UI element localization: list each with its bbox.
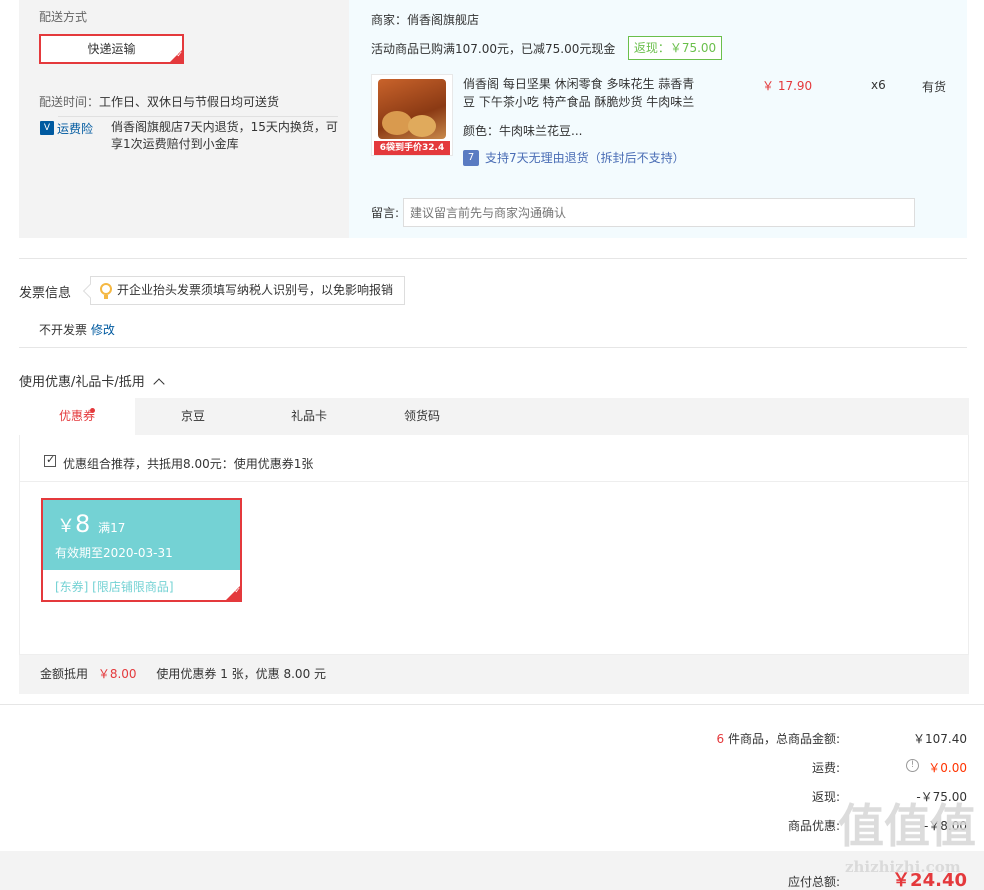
info-icon[interactable]: ! xyxy=(906,759,919,772)
coupon-tags: [东券] [限店铺限商品] xyxy=(55,580,174,594)
shipping-insurance-link[interactable]: 运费险 xyxy=(57,120,93,137)
invoice-edit-link[interactable]: 修改 xyxy=(91,323,115,337)
product-price: ￥ 17.90 xyxy=(762,79,813,93)
divider xyxy=(19,347,967,348)
shipping-fee-value: ￥0.00 xyxy=(928,761,967,775)
insurance-desc-line2: 享1次运费赔付到小金库 xyxy=(111,137,239,151)
items-total-label: 6 件商品，总商品金额: xyxy=(717,730,841,747)
coupon-currency: ￥ xyxy=(57,516,75,537)
discount-toggle[interactable]: 使用优惠/礼品卡/抵用 xyxy=(19,371,165,390)
product-discount-label: 商品优惠: xyxy=(787,819,840,833)
invoice-tip: 开企业抬头发票须填写纳税人识别号，以免影响报销 xyxy=(90,276,405,305)
items-label: 件商品，总商品金额: xyxy=(724,732,840,746)
express-shipping-button[interactable]: 快递运输 xyxy=(39,34,184,64)
divider xyxy=(58,116,338,117)
tab-giftcard[interactable]: 礼品卡 xyxy=(251,398,367,435)
divider xyxy=(0,704,984,705)
lightbulb-icon xyxy=(100,283,112,299)
summary-amount: ￥8.00 xyxy=(97,667,137,681)
selected-check-icon xyxy=(225,585,240,600)
divider xyxy=(19,258,967,259)
express-shipping-label: 快递运输 xyxy=(87,42,136,56)
product-color: 颜色：牛肉味兰花豆... xyxy=(463,124,583,138)
invoice-type: 不开发票 xyxy=(39,323,88,337)
tab-redeem-code[interactable]: 领货码 xyxy=(364,398,480,435)
shipping-fee-label: 运费: xyxy=(811,761,840,775)
coupon-validity: 有效期至2020-03-31 xyxy=(55,546,173,560)
delivery-time: 配送时间：工作日、双休日与节假日均可送货 xyxy=(39,93,279,110)
delivery-time-label: 配送时间： xyxy=(39,95,100,109)
watermark-url: zhizhizhi.com xyxy=(845,858,961,876)
product-quantity: x6 xyxy=(871,78,886,92)
selected-check-icon xyxy=(169,49,183,63)
watermark-logo: 值值值 xyxy=(838,799,976,853)
remark-input[interactable] xyxy=(403,198,915,227)
chevron-up-icon xyxy=(153,378,165,390)
coupon-amount: 8 xyxy=(75,510,91,538)
discount-tabs: 优惠券 京豆 礼品卡 领货码 xyxy=(19,398,969,435)
discount-title: 使用优惠/礼品卡/抵用 xyxy=(19,375,145,390)
recommend-text: 优惠组合推荐，共抵用8.00元：使用优惠券1张 xyxy=(63,457,314,471)
product-image[interactable]: 6袋到手价32.4 xyxy=(371,74,453,156)
items-count: 6 xyxy=(716,732,725,746)
return-icon: 7 xyxy=(463,150,479,166)
coupon-condition: 满17 xyxy=(98,521,126,535)
promo-text: 活动商品已购满107.00元，已减75.00元现金 xyxy=(371,42,616,56)
coupon-card[interactable]: ￥8 满17 有效期至2020-03-31 [东券] [限店铺限商品] xyxy=(41,498,242,602)
recommend-checkbox[interactable] xyxy=(44,453,56,467)
coupon-face: ￥8 满17 有效期至2020-03-31 xyxy=(43,500,240,570)
delivery-time-value: 工作日、双休日与节假日均可送货 xyxy=(99,95,280,109)
product-title[interactable]: 俏香阁 每日坚果 休闲零食 多味花生 蒜香青 豆 下午茶小吃 特产食品 酥脆炒货… xyxy=(463,75,694,111)
summary-label: 金额抵用 xyxy=(40,667,89,681)
invoice-title: 发票信息 xyxy=(19,286,72,301)
tab-coupon[interactable]: 优惠券 xyxy=(19,398,135,435)
insurance-desc-line1: 俏香阁旗舰店7天内退货，15天内换货，可 xyxy=(111,120,338,134)
product-title-line2: 豆 下午茶小吃 特产食品 酥脆炒货 牛肉味兰 xyxy=(463,95,695,109)
tab-jingdou[interactable]: 京豆 xyxy=(135,398,251,435)
items-total-value: ￥107.40 xyxy=(913,732,967,746)
product-title-line1: 俏香阁 每日坚果 休闲零食 多味花生 蒜香青 xyxy=(463,77,695,91)
remark-label: 留言: xyxy=(371,206,400,220)
shipping-section-label: 配送方式 xyxy=(39,10,88,24)
payable-label: 应付总额: xyxy=(787,875,840,889)
cashback-label: 返现: xyxy=(811,790,840,804)
return-policy: 支持7天无理由退货（拆封后不支持） xyxy=(485,151,685,165)
shield-icon: V xyxy=(40,121,54,135)
invoice-value: 不开发票 修改 xyxy=(39,321,115,338)
invoice-tip-text: 开企业抬头发票须填写纳税人识别号，以免影响报销 xyxy=(117,283,394,297)
product-image-tag: 6袋到手价32.4 xyxy=(374,141,450,155)
summary-desc: 使用优惠券 1 张，优惠 8.00 元 xyxy=(156,667,327,681)
discount-summary: 金额抵用 ￥8.00 使用优惠券 1 张，优惠 8.00 元 xyxy=(19,655,969,694)
stock-status: 有货 xyxy=(922,80,947,94)
cashback-badge: 返现：￥75.00 xyxy=(628,36,722,60)
shipping-insurance-desc: 俏香阁旗舰店7天内退货，15天内换货，可 享1次运费赔付到小金库 xyxy=(111,119,338,153)
new-dot-badge xyxy=(90,408,95,413)
divider xyxy=(20,481,968,482)
merchant-name: 商家：俏香阁旗舰店 xyxy=(371,13,480,27)
